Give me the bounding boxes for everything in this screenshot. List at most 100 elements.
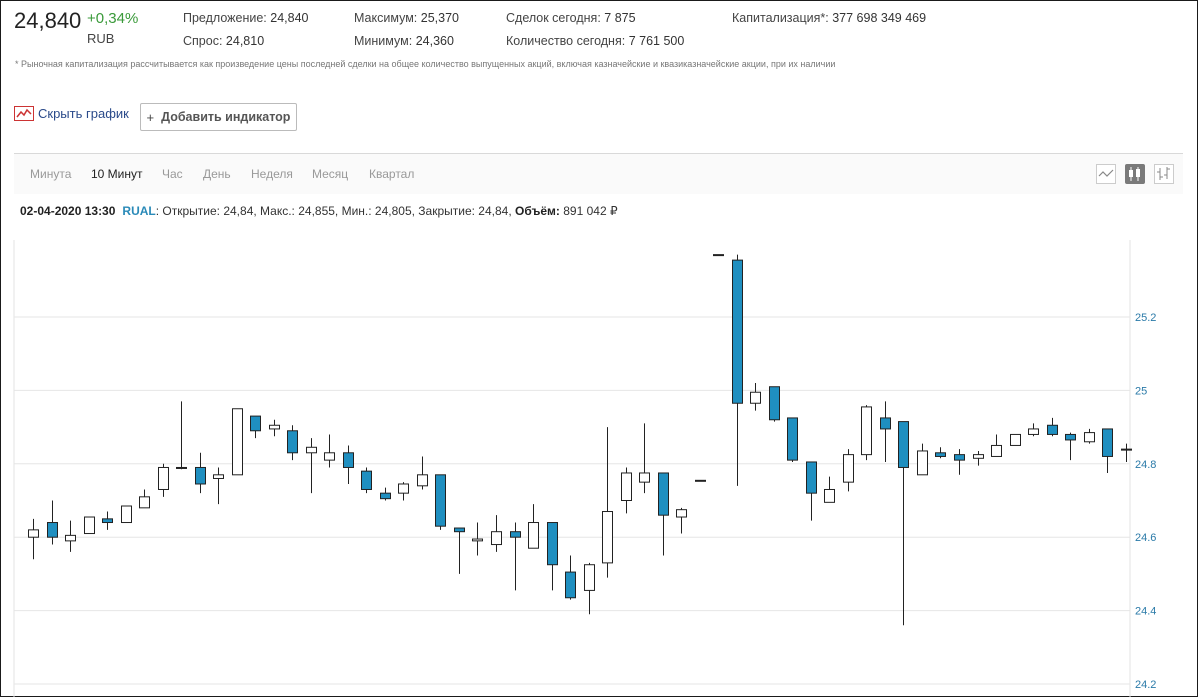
y-tick-label: 24.2: [1135, 679, 1156, 691]
candle[interactable]: [435, 474, 446, 530]
candle[interactable]: [584, 562, 595, 615]
candle[interactable]: [861, 405, 872, 461]
stat-high-value: 25,370: [420, 11, 459, 25]
candle[interactable]: [1010, 433, 1021, 446]
candle[interactable]: [65, 520, 76, 552]
candle[interactable]: [713, 254, 724, 257]
candle[interactable]: [195, 452, 206, 494]
candle[interactable]: [935, 447, 946, 459]
candle[interactable]: [732, 254, 743, 486]
y-tick-label: 24.4: [1135, 606, 1156, 618]
candle[interactable]: [343, 445, 354, 484]
add-indicator-button[interactable]: + Добавить индикатор: [140, 103, 297, 131]
tab-day[interactable]: День: [203, 167, 231, 181]
candle[interactable]: [28, 518, 39, 560]
candle[interactable]: [417, 456, 428, 490]
tab-week[interactable]: Неделя: [251, 167, 293, 181]
candlestick-icon[interactable]: [1125, 164, 1145, 184]
candle[interactable]: [380, 487, 391, 501]
candle-body: [565, 571, 576, 599]
candle-body: [917, 450, 928, 476]
candle[interactable]: [954, 449, 965, 475]
price-change: +0,34%: [87, 10, 139, 27]
candle[interactable]: [454, 527, 465, 574]
candle[interactable]: [843, 449, 854, 492]
candle[interactable]: [547, 522, 558, 591]
y-tick-label: 24.8: [1135, 459, 1156, 471]
candle[interactable]: [176, 401, 187, 470]
candle[interactable]: [639, 423, 650, 494]
candle-body: [65, 534, 76, 542]
interval-tabs-bar: [14, 154, 1183, 194]
stat-trades: Сделок сегодня: 7 875: [506, 11, 636, 25]
candle[interactable]: [787, 417, 798, 462]
candle-body: [676, 509, 687, 518]
candle[interactable]: [121, 505, 132, 524]
candle[interactable]: [47, 500, 58, 545]
candle-body: [898, 421, 909, 468]
candle[interactable]: [361, 467, 372, 494]
candle[interactable]: [695, 479, 706, 482]
candle-body: [250, 415, 261, 432]
candle[interactable]: [269, 419, 280, 437]
tab-quarter[interactable]: Квартал: [369, 167, 414, 181]
candle[interactable]: [1065, 432, 1076, 461]
candle[interactable]: [250, 415, 261, 439]
candle[interactable]: [880, 401, 891, 462]
candle[interactable]: [306, 438, 317, 494]
tab-10-minutes[interactable]: 10 Минут: [91, 167, 143, 181]
candle[interactable]: [287, 425, 298, 461]
candle[interactable]: [139, 489, 150, 509]
candle[interactable]: [602, 427, 613, 578]
candlestick-chart[interactable]: 25.2 25 24.8 24.6 24.4 24.2: [0, 240, 1198, 697]
candle[interactable]: [991, 434, 1002, 457]
candle[interactable]: [213, 467, 224, 505]
candle[interactable]: [1047, 417, 1058, 437]
candle[interactable]: [158, 463, 169, 497]
candle-body: [1028, 428, 1039, 435]
stat-offer-value: 24,840: [270, 11, 309, 25]
line-chart-icon[interactable]: [1096, 164, 1116, 184]
candle-body: [880, 417, 891, 430]
stat-offer: Предложение: 24,840: [183, 11, 309, 25]
candle[interactable]: [84, 516, 95, 535]
candle[interactable]: [102, 511, 113, 530]
candle[interactable]: [398, 482, 409, 501]
currency: RUB: [87, 31, 115, 46]
candle[interactable]: [528, 504, 539, 549]
volume-value: 891 042 ₽: [563, 204, 618, 218]
candle[interactable]: [324, 434, 335, 468]
tab-month[interactable]: Месяц: [312, 167, 348, 181]
candle[interactable]: [565, 555, 576, 600]
tab-minute[interactable]: Минута: [30, 167, 71, 181]
candle[interactable]: [658, 472, 669, 556]
candle-body: [435, 474, 446, 527]
candle[interactable]: [806, 461, 817, 521]
candle[interactable]: [621, 467, 632, 514]
ohlc-bars-icon[interactable]: [1154, 164, 1174, 184]
candle[interactable]: [472, 522, 483, 556]
candle-body: [343, 452, 354, 468]
candle-body: [287, 430, 298, 454]
candle-body: [935, 452, 946, 457]
candle[interactable]: [232, 408, 243, 476]
candle[interactable]: [676, 507, 687, 534]
stat-quantity: Количество сегодня: 7 761 500: [506, 34, 684, 48]
candle-body: [380, 492, 391, 500]
candle[interactable]: [1102, 428, 1113, 473]
tab-hour[interactable]: Час: [162, 167, 183, 181]
candle[interactable]: [769, 386, 780, 422]
stat-low-value: 24,360: [415, 34, 454, 48]
candle[interactable]: [750, 383, 761, 411]
candle[interactable]: [898, 421, 909, 626]
candle-body: [1010, 433, 1021, 446]
candle[interactable]: [510, 522, 521, 591]
candle-body: [1102, 428, 1113, 457]
candle[interactable]: [917, 443, 928, 476]
candle[interactable]: [1028, 423, 1039, 437]
candle[interactable]: [1084, 428, 1095, 444]
candle[interactable]: [491, 515, 502, 552]
hide-chart-link[interactable]: Скрыть график: [14, 106, 129, 121]
candle-body: [417, 474, 428, 487]
candle[interactable]: [824, 476, 835, 503]
